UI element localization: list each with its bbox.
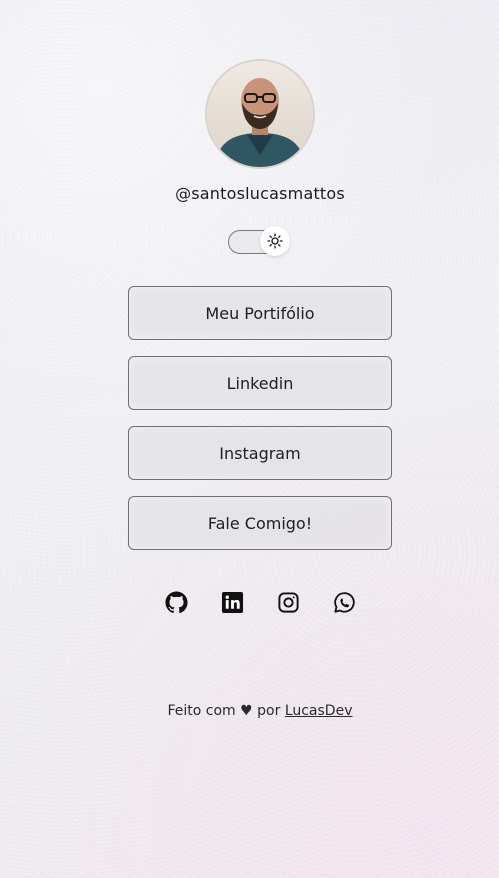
- username: @santoslucasmattos: [175, 184, 345, 203]
- link-list: Meu Portifólio Linkedin Instagram Fale C…: [128, 286, 392, 566]
- portfolio-button[interactable]: Meu Portifólio: [128, 286, 392, 340]
- github-icon: [164, 590, 188, 613]
- linkedin-link[interactable]: [220, 590, 244, 614]
- author-link[interactable]: LucasDev: [285, 703, 353, 719]
- theme-toggle[interactable]: [228, 226, 290, 256]
- toggle-knob[interactable]: [260, 226, 290, 256]
- whatsapp-icon: [333, 591, 355, 613]
- heart-icon: ♥: [240, 703, 253, 719]
- page: @santoslucasmattos Meu Portifólio Linked…: [0, 0, 499, 878]
- instagram-link[interactable]: [276, 590, 300, 614]
- sun-icon: [267, 233, 283, 249]
- github-link[interactable]: [164, 590, 188, 614]
- footer-middle: por: [252, 703, 285, 719]
- footer-prefix: Feito com: [167, 703, 241, 719]
- contact-button[interactable]: Fale Comigo!: [128, 496, 392, 550]
- footer: Feito com ♥ por LucasDev: [0, 703, 499, 719]
- instagram-icon: [277, 591, 299, 613]
- linkedin-icon: [221, 591, 243, 613]
- linkedin-button[interactable]: Linkedin: [128, 356, 392, 410]
- avatar: [205, 59, 315, 169]
- whatsapp-link[interactable]: [332, 590, 356, 614]
- social-icons: [164, 590, 356, 614]
- instagram-button[interactable]: Instagram: [128, 426, 392, 480]
